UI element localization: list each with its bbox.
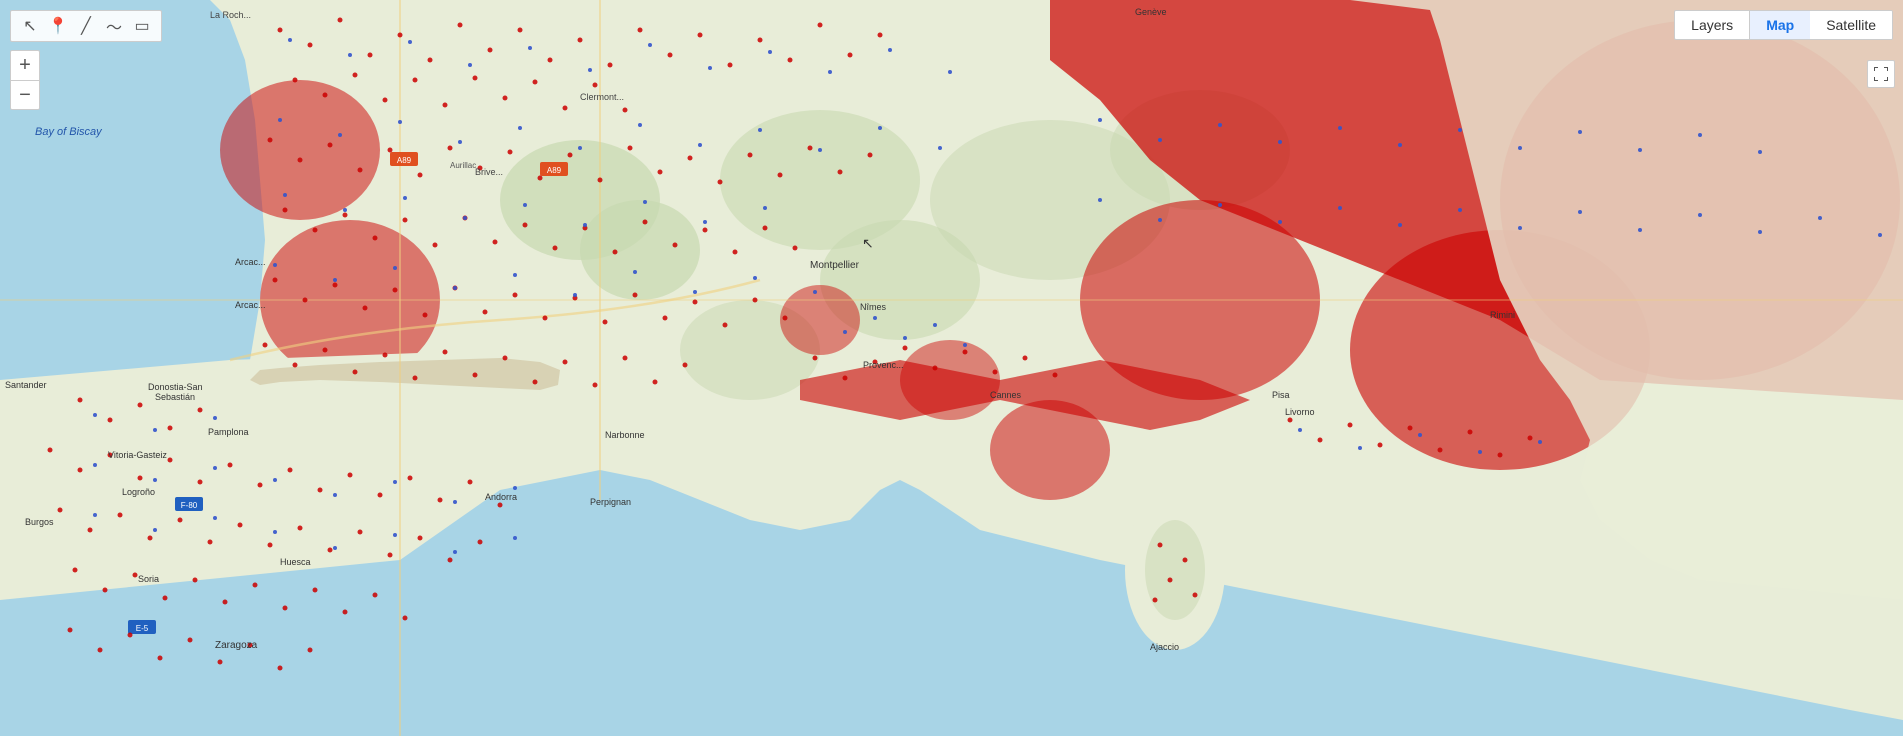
zoom-controls: + −	[10, 50, 40, 110]
svg-text:Arcac...: Arcac...	[235, 300, 266, 310]
svg-text:Perpignan: Perpignan	[590, 497, 631, 507]
map-container: A89 A89 F-80 E-5	[0, 0, 1903, 736]
svg-text:Bay of Biscay: Bay of Biscay	[35, 126, 103, 138]
map-toolbar: ↖ 📍 ╱ 〜 ▭	[10, 10, 162, 42]
polyline-tool-icon[interactable]: 〜	[103, 15, 125, 37]
svg-text:Narbonne: Narbonne	[605, 430, 645, 440]
svg-text:Genève: Genève	[1135, 7, 1167, 17]
svg-text:Nîmes: Nîmes	[860, 302, 887, 312]
svg-text:A89: A89	[397, 156, 412, 165]
svg-text:Burgos: Burgos	[25, 517, 54, 527]
top-right-controls: Layers Map Satellite	[1674, 10, 1893, 40]
cursor-tool-icon[interactable]: ↖	[19, 15, 41, 37]
svg-text:La Roch...: La Roch...	[210, 10, 251, 20]
svg-text:Donostia-San: Donostia-San	[148, 382, 203, 392]
svg-text:Pamplona: Pamplona	[208, 427, 249, 437]
map-type-container: Map Satellite	[1750, 10, 1893, 40]
svg-text:Cannes: Cannes	[990, 390, 1022, 400]
svg-text:Livorno: Livorno	[1285, 407, 1315, 417]
svg-text:Zaragoza: Zaragoza	[215, 640, 258, 651]
zoom-out-button[interactable]: −	[10, 80, 40, 110]
svg-text:↖: ↖	[862, 235, 874, 251]
line-tool-icon[interactable]: ╱	[75, 15, 97, 37]
svg-text:Montpellier: Montpellier	[810, 260, 860, 271]
map-type-satellite-button[interactable]: Satellite	[1810, 11, 1892, 39]
svg-text:Ajaccio: Ajaccio	[1150, 642, 1179, 652]
svg-text:Aurillac: Aurillac	[450, 161, 476, 170]
svg-text:Logroño: Logroño	[122, 487, 155, 497]
layers-button[interactable]: Layers	[1674, 10, 1750, 40]
svg-text:F-80: F-80	[181, 501, 198, 510]
marker-tool-icon[interactable]: 📍	[47, 15, 69, 37]
map-background: A89 A89 F-80 E-5	[0, 0, 1903, 736]
svg-text:Andorra: Andorra	[485, 492, 517, 502]
svg-text:Provenc...: Provenc...	[863, 360, 904, 370]
svg-text:Brive...: Brive...	[475, 167, 503, 177]
map-type-map-button[interactable]: Map	[1750, 11, 1810, 39]
svg-text:Arcac...: Arcac...	[235, 257, 266, 267]
rectangle-tool-icon[interactable]: ▭	[131, 15, 153, 37]
svg-text:Huesca: Huesca	[280, 557, 311, 567]
svg-text:Sebastián: Sebastián	[155, 392, 195, 402]
svg-text:A89: A89	[547, 166, 562, 175]
svg-text:Pisa: Pisa	[1272, 390, 1290, 400]
zoom-in-button[interactable]: +	[10, 50, 40, 80]
svg-text:Rimini: Rimini	[1490, 310, 1515, 320]
svg-text:E-5: E-5	[136, 624, 149, 633]
svg-text:Vitoria-Gasteiz: Vitoria-Gasteiz	[108, 450, 167, 460]
svg-text:Soria: Soria	[138, 574, 159, 584]
fullscreen-button[interactable]	[1867, 60, 1895, 88]
svg-text:Santander: Santander	[5, 380, 47, 390]
svg-text:Clermont...: Clermont...	[580, 92, 624, 102]
